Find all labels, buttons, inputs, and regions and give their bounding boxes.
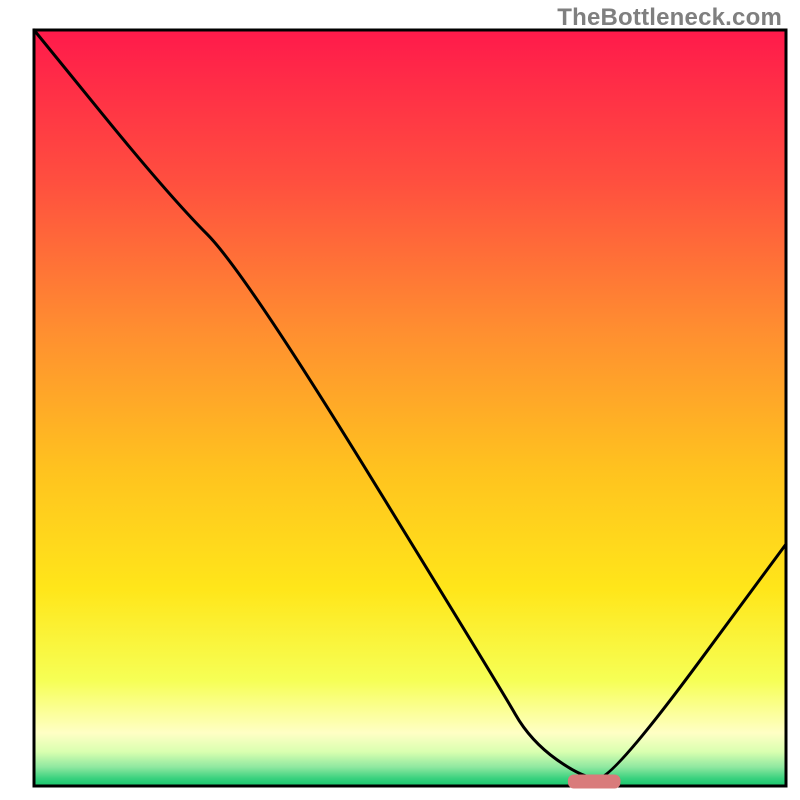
optimum-marker	[568, 775, 621, 789]
plot-background	[34, 30, 786, 786]
bottleneck-chart	[0, 0, 800, 800]
chart-frame: TheBottleneck.com	[0, 0, 800, 800]
watermark-text: TheBottleneck.com	[557, 4, 782, 32]
